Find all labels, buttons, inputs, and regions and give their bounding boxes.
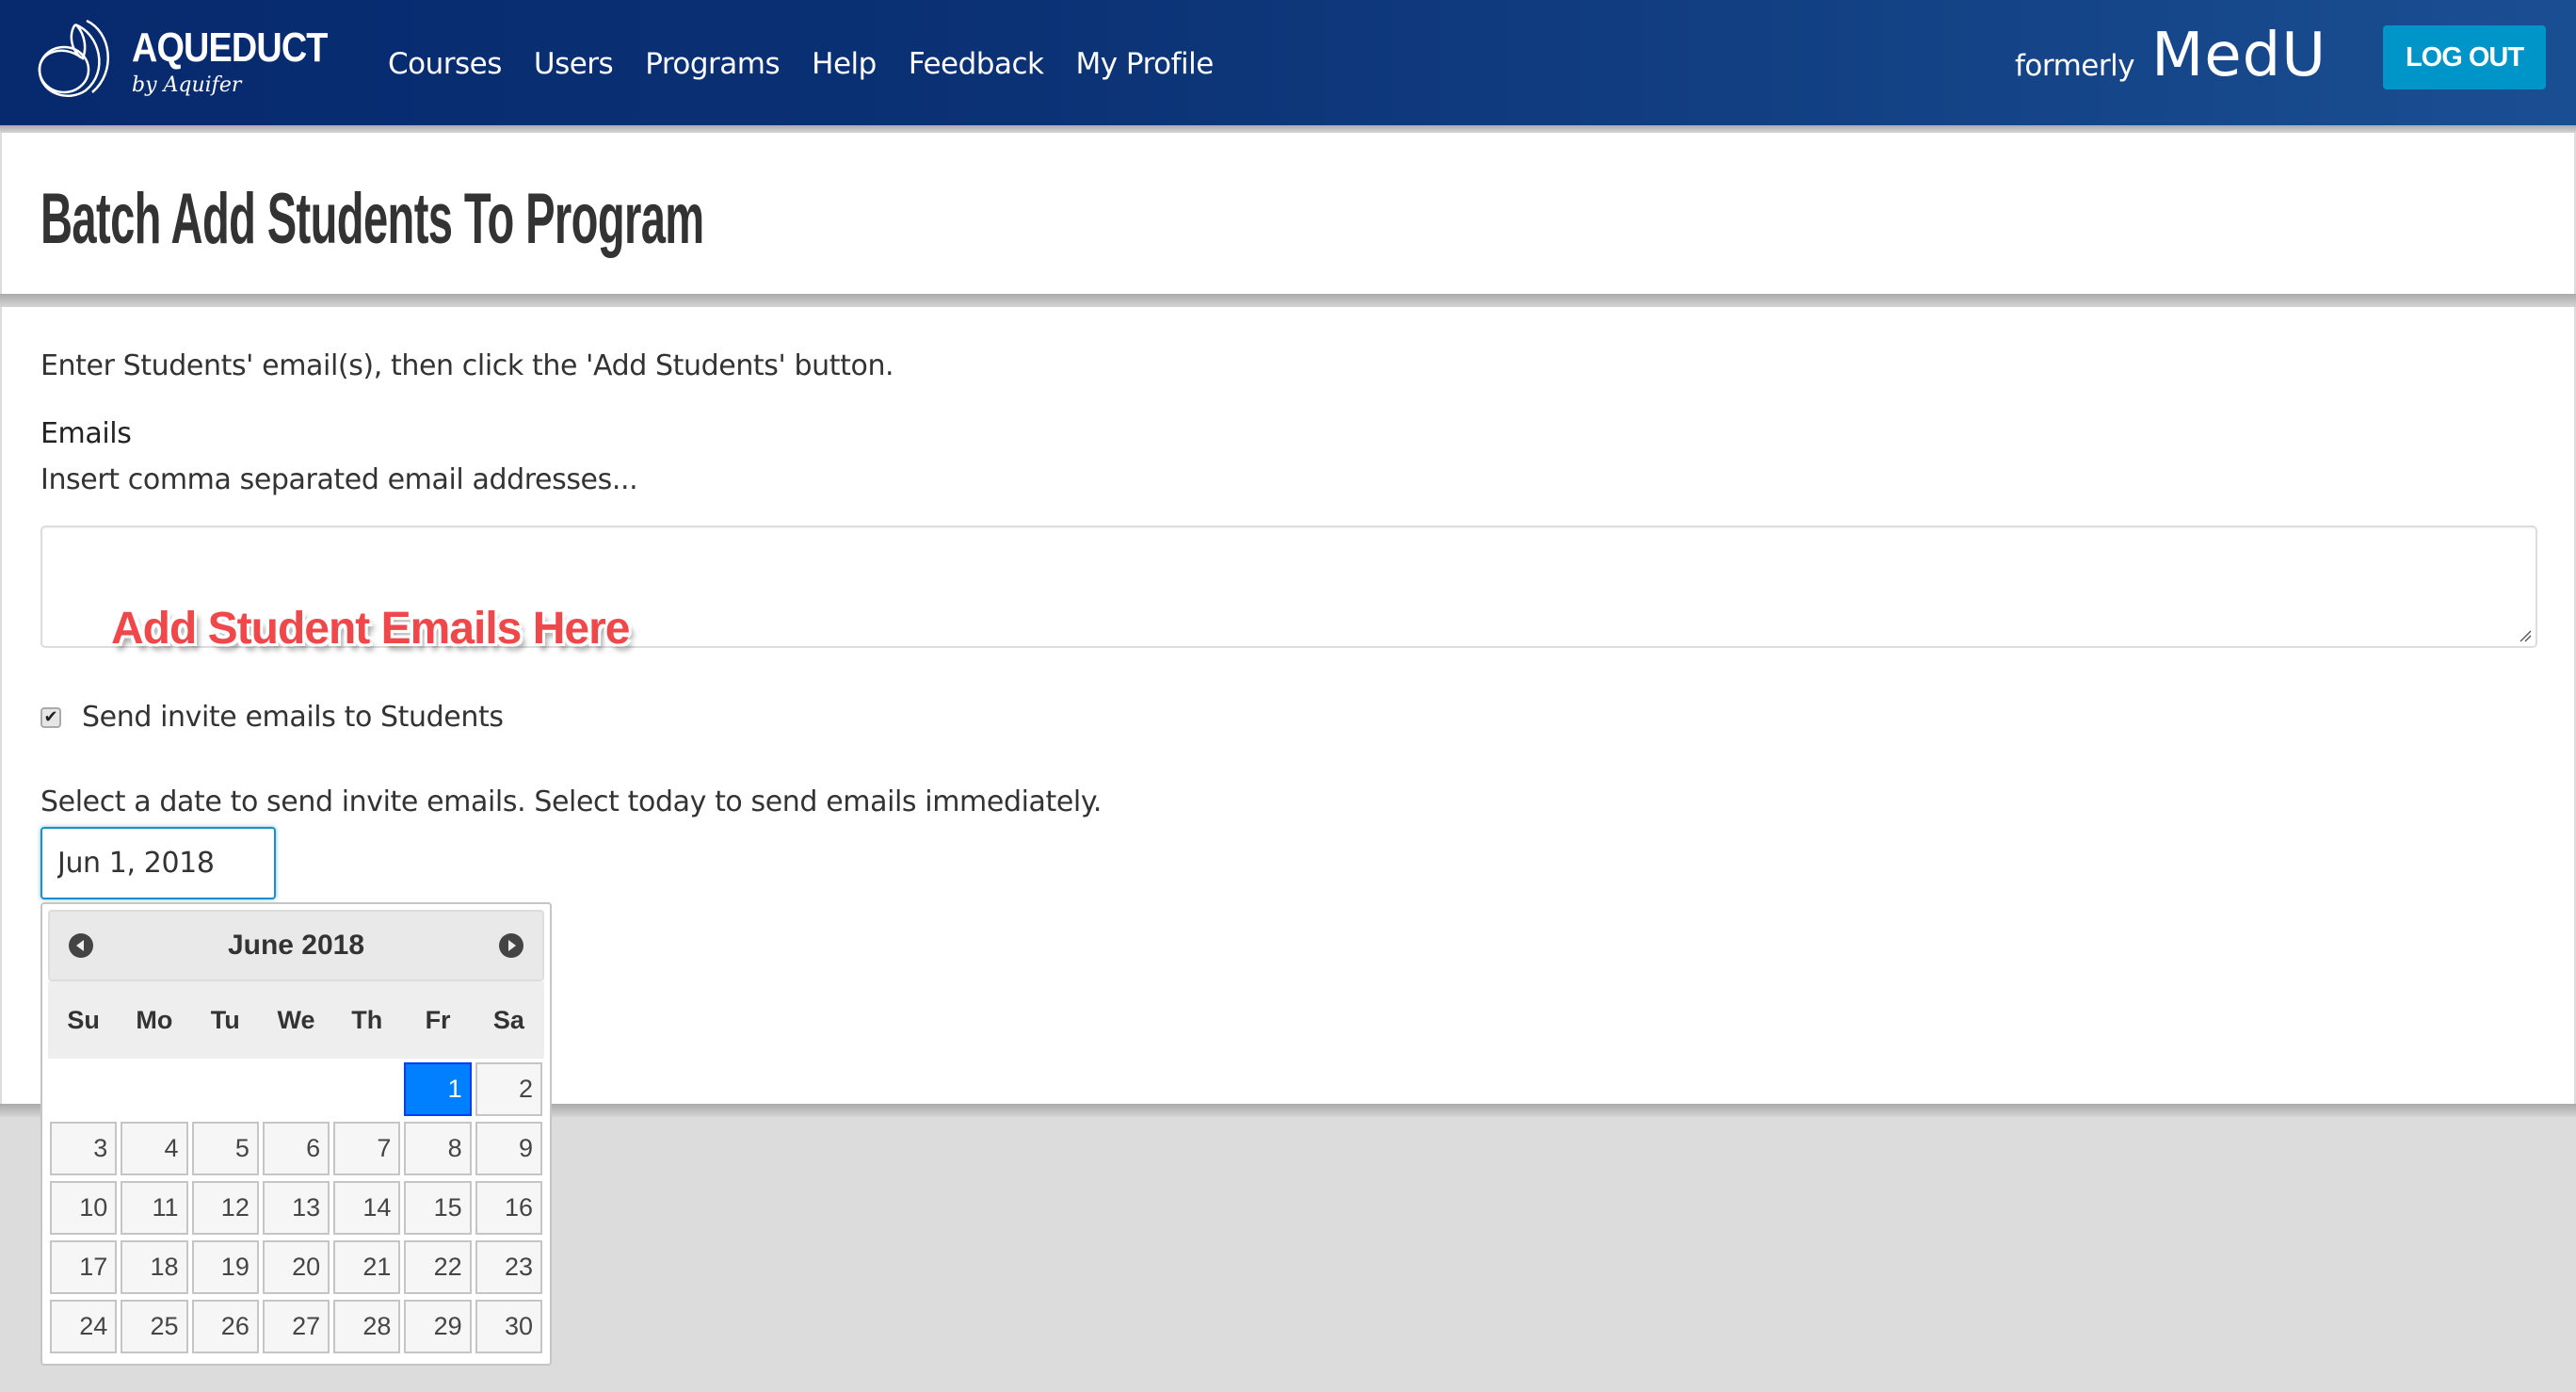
empty-day-cell [121, 1062, 187, 1116]
day-cell[interactable]: 10 [50, 1181, 118, 1235]
nav-courses[interactable]: Courses [388, 47, 502, 81]
day-cell[interactable]: 2 [475, 1062, 542, 1116]
weekday-header: Su [67, 1005, 100, 1034]
day-cell[interactable]: 27 [262, 1300, 330, 1353]
day-cell[interactable]: 26 [191, 1300, 259, 1353]
intro-text: Enter Students' email(s), then click the… [40, 349, 894, 382]
emails-help-text: Insert comma separated email addresses..… [40, 463, 638, 496]
day-cell[interactable]: 8 [404, 1122, 472, 1175]
empty-day-cell [192, 1062, 259, 1116]
nav-feedback[interactable]: Feedback [909, 47, 1044, 81]
logo-subtitle: by Aquifer [132, 73, 242, 97]
date-label: Select a date to send invite emails. Sel… [40, 785, 1103, 818]
day-cell[interactable]: 17 [50, 1240, 118, 1294]
empty-day-cell [333, 1062, 400, 1116]
day-cell[interactable]: 12 [191, 1181, 259, 1235]
day-cell[interactable]: 6 [262, 1122, 330, 1175]
page-title: Batch Add Students To Program [40, 179, 704, 259]
day-cell[interactable]: 4 [121, 1122, 188, 1175]
datepicker-header: June 2018 [48, 910, 544, 981]
weekday-header: We [277, 1005, 315, 1034]
send-invites-label[interactable]: Send invite emails to Students [82, 701, 504, 734]
send-invites-checkbox[interactable]: ✔ [40, 706, 61, 728]
empty-day-cell [263, 1062, 330, 1116]
prev-month-icon[interactable] [69, 933, 93, 958]
nav-programs[interactable]: Programs [645, 47, 780, 81]
checkmark-icon: ✔ [43, 707, 58, 727]
brand-formerly-medu: formerly MedU [2015, 21, 2326, 90]
day-cell[interactable]: 7 [333, 1122, 401, 1175]
logo-title: AQUEDUCT [132, 24, 328, 71]
day-cell[interactable]: 19 [191, 1240, 259, 1294]
emails-label: Emails [40, 417, 132, 450]
divider [0, 294, 2576, 307]
nav-users[interactable]: Users [534, 47, 614, 81]
datepicker-month-title: June 2018 [227, 930, 365, 961]
weekday-header: Fr [425, 1005, 451, 1034]
send-invites-row: ✔ Send invite emails to Students [40, 701, 504, 734]
aqueduct-logo-icon [38, 19, 109, 97]
day-cell[interactable]: 25 [121, 1300, 188, 1353]
day-cell[interactable]: 29 [404, 1300, 472, 1353]
resize-grip-icon[interactable] [2519, 629, 2532, 642]
day-cell-selected[interactable]: 1 [404, 1062, 472, 1116]
day-cell[interactable]: 14 [333, 1181, 401, 1235]
datepicker-popup: June 2018 Su Mo Tu We Th Fr Sa 1 2 3 4 5 6 7 8 9 10 11 12… [40, 902, 552, 1366]
main-nav: Courses Users Programs Help Feedback My … [388, 47, 1246, 81]
day-cell[interactable]: 18 [121, 1240, 188, 1294]
day-cell[interactable]: 9 [475, 1122, 542, 1175]
brand-name: MedU [2151, 21, 2327, 90]
nav-my-profile[interactable]: My Profile [1075, 47, 1214, 81]
datepicker-days: 1 2 3 4 5 6 7 8 9 10 11 12 13 14 15 16 17 18 19 20 21 22 23 24 2… [48, 1062, 544, 1353]
day-cell[interactable]: 30 [475, 1300, 542, 1353]
next-month-icon[interactable] [499, 933, 523, 958]
nav-help[interactable]: Help [812, 47, 877, 81]
day-cell[interactable]: 15 [404, 1181, 472, 1235]
day-cell[interactable]: 16 [475, 1181, 542, 1235]
send-date-input[interactable] [40, 827, 276, 899]
day-cell[interactable]: 22 [404, 1240, 472, 1294]
weekday-header: Th [351, 1005, 383, 1034]
day-cell[interactable]: 11 [121, 1181, 188, 1235]
brand-formerly-text: formerly [2015, 49, 2135, 83]
day-cell[interactable]: 24 [50, 1300, 118, 1353]
empty-day-cell [50, 1062, 117, 1116]
day-cell[interactable]: 3 [50, 1122, 118, 1175]
weekday-header: Mo [136, 1005, 173, 1034]
day-cell[interactable]: 13 [262, 1181, 330, 1235]
day-cell[interactable]: 5 [191, 1122, 259, 1175]
aqueduct-logo[interactable]: AQUEDUCT by Aquifer [34, 15, 328, 100]
page-header-card: Batch Add Students To Program [2, 133, 2574, 294]
day-cell[interactable]: 28 [333, 1300, 401, 1353]
weekday-header: Tu [210, 1005, 240, 1034]
divider [0, 125, 2576, 133]
logout-button[interactable]: LOG OUT [2383, 25, 2546, 89]
weekday-header: Sa [492, 1005, 524, 1034]
day-cell[interactable]: 20 [262, 1240, 330, 1294]
annotation-add-emails: Add Student Emails Here [111, 604, 630, 654]
datepicker-weekdays: Su Mo Tu We Th Fr Sa [48, 981, 544, 1059]
emails-textarea[interactable]: Add Student Emails Here [40, 526, 2537, 654]
day-cell[interactable]: 21 [333, 1240, 401, 1294]
day-cell[interactable]: 23 [475, 1240, 542, 1294]
top-navbar: AQUEDUCT by Aquifer Courses Users Progra… [0, 0, 2576, 125]
